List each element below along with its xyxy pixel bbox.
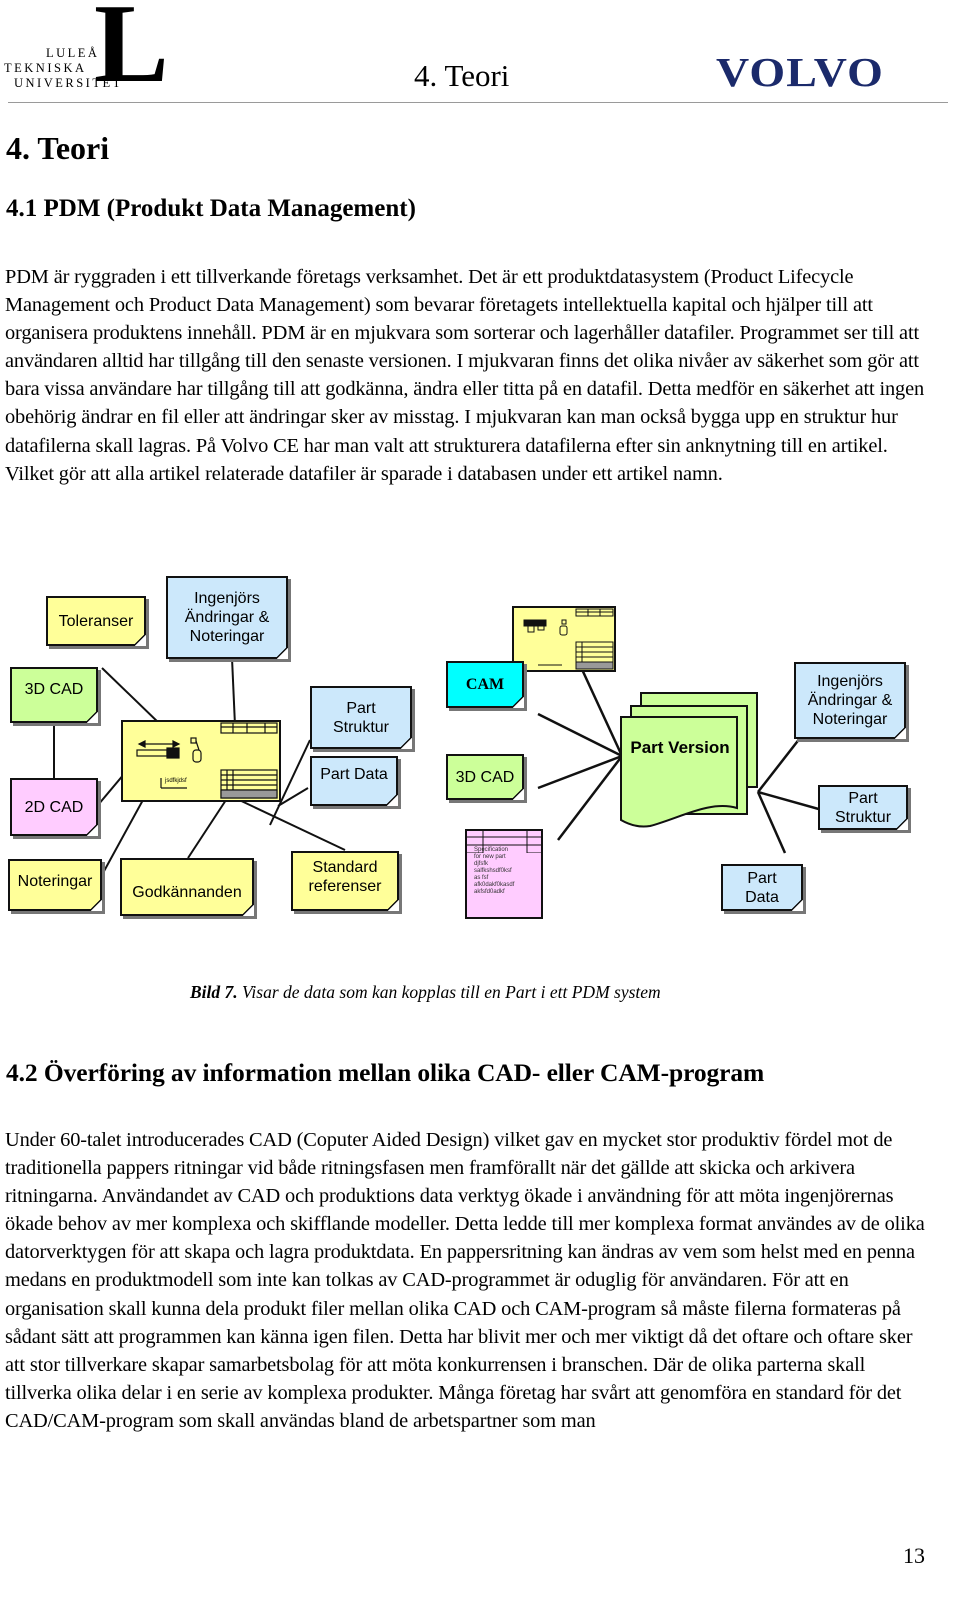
fold-corner-icon xyxy=(894,818,908,830)
fold-corner-icon xyxy=(510,696,524,708)
paragraph-pdm: PDM är ryggraden i ett tillverkande före… xyxy=(5,266,925,485)
spec-line: afk0dakf0kasdf xyxy=(474,882,515,888)
note-label: 2D CAD xyxy=(24,798,84,816)
note-label: Part Struktur xyxy=(332,699,389,736)
caption-text: Visar de data som kan kopplas till en Pa… xyxy=(237,982,661,1002)
fold-corner-icon xyxy=(84,711,98,723)
header-divider xyxy=(8,102,948,103)
subsection-title-4-1: 4.1 PDM (Produkt Data Management) xyxy=(6,195,416,222)
running-header-title: 4. Teori xyxy=(414,58,510,93)
subsection-title-4-2: 4.2 Överföring av information mellan oli… xyxy=(6,1058,765,1087)
technical-drawing-icon: jsdfkjdsf xyxy=(136,722,278,799)
spec-line: as fsf xyxy=(474,875,489,881)
note-part-struktur-right: Part Struktur xyxy=(818,785,908,830)
note-label: Standard referenser xyxy=(308,859,382,895)
note-label: Ingenjörs Ändringar & Noteringar xyxy=(807,673,893,728)
connector-cam xyxy=(537,712,623,758)
specification-sheet: Specification for new part djfsfk salfks… xyxy=(465,829,543,919)
ltu-logo-line-1: LULEÅ xyxy=(46,46,100,60)
connector-part-data-right xyxy=(756,791,787,854)
page-number: 13 xyxy=(903,1543,925,1568)
note-label: Toleranser xyxy=(58,612,134,630)
fold-corner-icon xyxy=(385,899,399,911)
figure-caption: Bild 7. Visar de data som kan kopplas ti… xyxy=(190,982,661,1003)
note-label: Noteringar xyxy=(17,872,93,890)
fold-corner-icon xyxy=(892,727,906,739)
drawing-scribble: jsdfkjdsf xyxy=(164,778,187,784)
note-toleranser: Toleranser xyxy=(46,596,146,646)
spec-line: for new part xyxy=(474,854,506,860)
note-2d-cad: 2D CAD xyxy=(10,778,98,836)
fold-corner-icon xyxy=(88,899,102,911)
fold-corner-icon xyxy=(384,794,398,806)
note-noteringar: Noteringar xyxy=(8,859,102,911)
paragraph-cad-cam: Under 60-talet introducerades CAD (Coput… xyxy=(5,1129,925,1432)
caption-label: Bild 7. xyxy=(190,982,238,1002)
fold-corner-icon xyxy=(240,904,254,916)
note-label: Godkännanden xyxy=(132,883,242,901)
ltu-logo-line-2: TEKNISKA xyxy=(4,61,87,75)
note-standard-referenser: Standard referenser xyxy=(291,851,399,911)
ltu-logo-mark: L xyxy=(94,0,169,106)
note-godkannanden: Godkännanden xyxy=(120,858,254,916)
technical-drawing-icon xyxy=(523,608,614,670)
section-title: 4. Teori xyxy=(6,130,110,166)
note-part-struktur: Part Struktur xyxy=(310,686,412,749)
note-ingenjors-andringar: Ingenjörs Ändringar & Noteringar xyxy=(166,576,288,659)
note-label: Ingenjörs Ändringar & Noteringar xyxy=(184,590,270,645)
part-version-label: Part Version xyxy=(630,737,730,757)
drawing-sheet-2d: jsdfkjdsf xyxy=(121,720,281,802)
volvo-logo: VOLVO xyxy=(716,49,884,95)
note-label: CAM xyxy=(465,676,505,693)
fold-corner-icon xyxy=(789,899,803,911)
spec-text: Specification for new part djfsfk salfks… xyxy=(474,847,514,896)
note-label: 3D CAD xyxy=(24,680,84,698)
pdm-diagram: Toleranser Ingenjörs Ändringar & Noterin… xyxy=(0,560,960,960)
note-ingenjors-andringar-right: Ingenjörs Ändringar & Noteringar xyxy=(794,662,906,739)
note-3d-cad-right: 3D CAD xyxy=(446,754,524,800)
spec-line: salfkshsdf0ksf xyxy=(474,868,512,874)
connector-godkannanden xyxy=(187,799,227,859)
note-label: Part Data xyxy=(320,765,388,783)
fold-corner-icon xyxy=(132,634,146,646)
connector-drawing xyxy=(578,664,624,757)
note-cam: CAM xyxy=(446,661,524,708)
fold-corner-icon xyxy=(510,788,524,800)
spec-line: djfsfk xyxy=(474,861,489,867)
drawing-sheet-right xyxy=(512,606,616,672)
ltu-logo: LULEÅ TEKNISKA UNIVERSITET L xyxy=(2,0,172,100)
fold-corner-icon xyxy=(274,647,288,659)
spec-line: Specification xyxy=(474,847,509,853)
spec-line: akfsfd0adkf xyxy=(474,889,505,895)
note-part-data: Part Data xyxy=(310,756,398,806)
fold-corner-icon xyxy=(84,824,98,836)
note-3d-cad: 3D CAD xyxy=(10,667,98,723)
fold-corner-icon xyxy=(398,737,412,749)
note-part-data-right: Part Data xyxy=(721,864,803,911)
note-label: 3D CAD xyxy=(455,768,515,786)
